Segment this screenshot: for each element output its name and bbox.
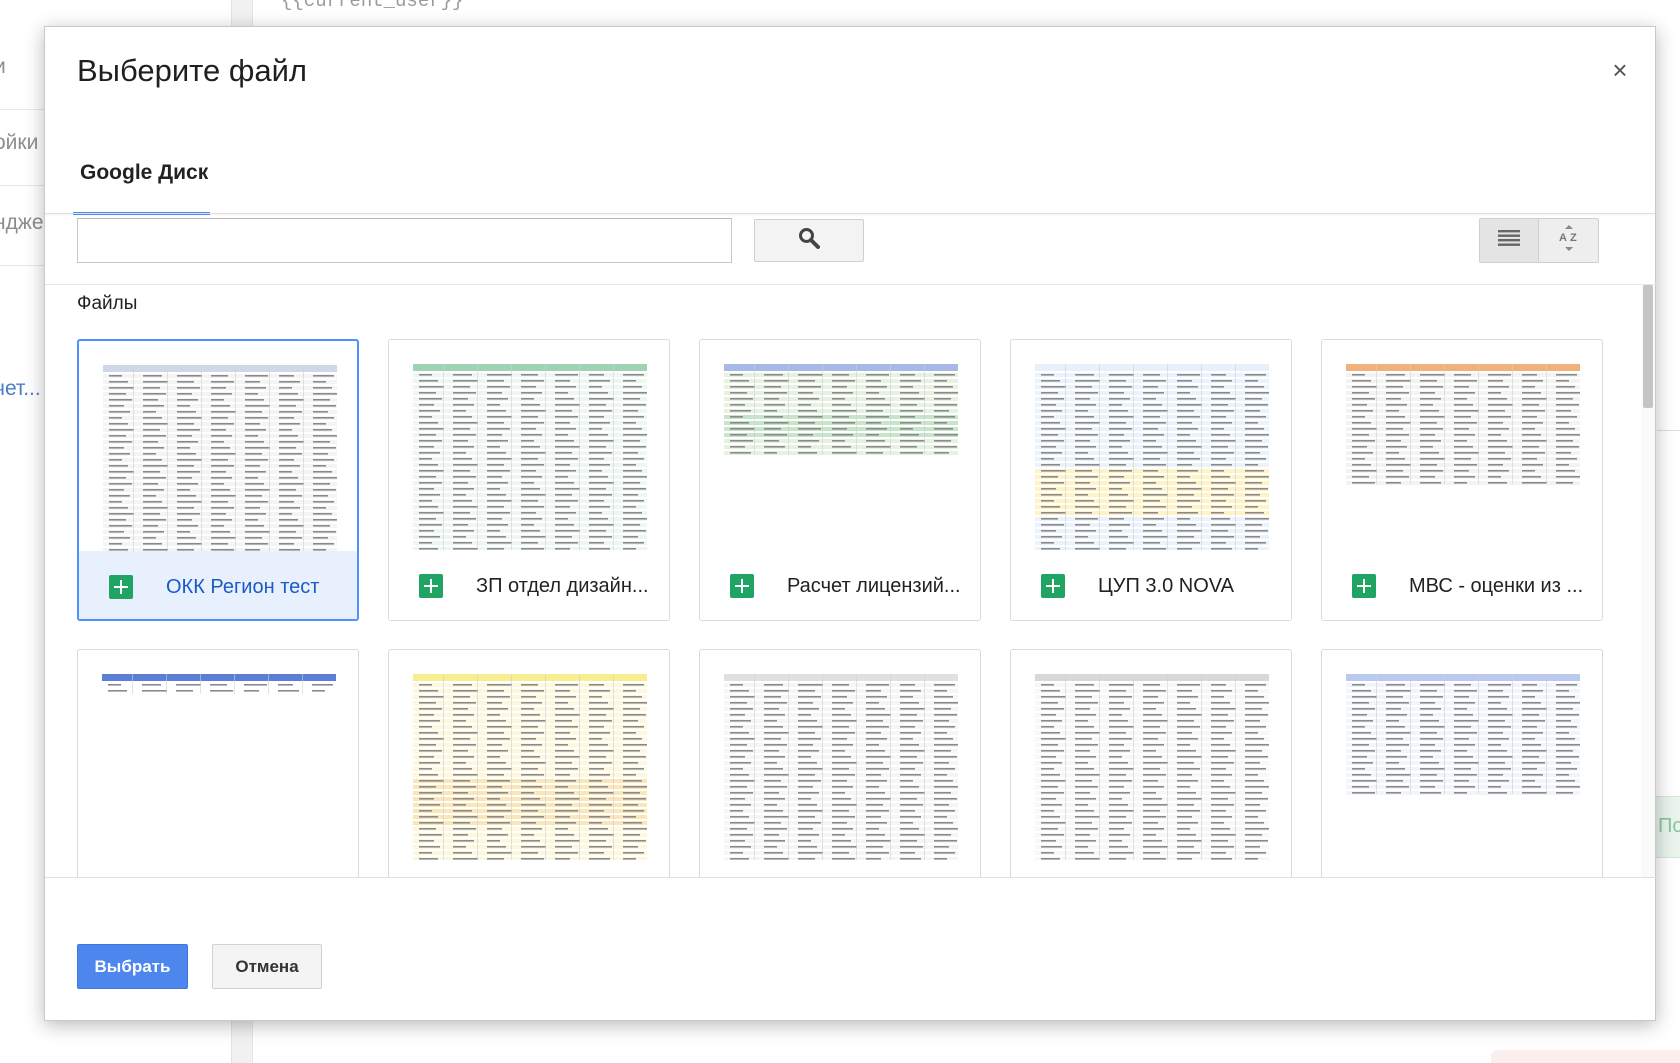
- file-tile-footer: ЗП отдел дизайн...: [389, 550, 669, 620]
- file-tile-footer: Smart Apple: [389, 860, 669, 877]
- close-button[interactable]: ×: [1607, 57, 1633, 83]
- file-tile-footer: OPENCITY: [700, 860, 980, 877]
- file-tile[interactable]: XМинькова.xlsx: [1010, 649, 1292, 877]
- scrollbar-thumb[interactable]: [1643, 285, 1653, 408]
- file-thumbnail: [102, 674, 336, 860]
- file-tile-footer: XМинькова.xlsx: [1011, 860, 1291, 877]
- scrollbar[interactable]: [1641, 285, 1655, 877]
- file-tile[interactable]: МВС - оценки из ...: [1321, 339, 1603, 621]
- search-input[interactable]: [77, 218, 732, 263]
- file-tile-footer: ЦУП 3.0 NOVA: [1011, 550, 1291, 620]
- file-tile[interactable]: OPENCITY: [699, 649, 981, 877]
- background-template-text: {{current_user}}: [281, 0, 464, 12]
- file-tile[interactable]: ЗП отдел дизайн...: [388, 339, 670, 621]
- search-icon: [798, 227, 820, 254]
- google-sheets-icon: [419, 574, 443, 598]
- file-tile[interactable]: Расчет лицензий...: [699, 339, 981, 621]
- google-sheets-icon: [1352, 574, 1376, 598]
- file-tile-footer: МВС - оценки из ...: [1322, 550, 1602, 620]
- files-scroll-area: Файлы ОКК Регион тест ЗП отдел дизайн... Р…: [45, 285, 1657, 877]
- file-name: ЦУП 3.0 NOVA: [1098, 575, 1234, 597]
- file-tile-footer: ОКК Регион тест: [79, 551, 357, 619]
- footer-divider: [45, 877, 1657, 878]
- select-button[interactable]: Выбрать: [77, 944, 188, 989]
- file-thumbnail: [1346, 674, 1580, 860]
- file-thumbnail: [724, 674, 958, 860]
- file-tile-footer: Расчет лицензий...: [700, 550, 980, 620]
- file-name: ЗП отдел дизайн...: [476, 575, 649, 597]
- list-view-button[interactable]: [1479, 218, 1539, 263]
- search-button[interactable]: [754, 219, 864, 262]
- file-name: ОКК Регион тест: [166, 576, 320, 598]
- file-tile[interactable]: ЦУП 3.0 NOVA: [1010, 339, 1292, 621]
- file-grid: ОКК Регион тест ЗП отдел дизайн... Расчет …: [77, 339, 1603, 877]
- list-view-icon: [1497, 229, 1521, 252]
- file-thumbnail: [1346, 364, 1580, 550]
- file-tile[interactable]: ОКК Регион тест: [77, 339, 359, 621]
- file-name: Расчет лицензий...: [787, 575, 961, 597]
- file-picker-dialog: Выберите файл × Google Диск A Z Файлы ОК…: [44, 26, 1657, 1021]
- background-chip: [1491, 1050, 1680, 1063]
- file-thumbnail: [724, 364, 958, 550]
- background-divider: [1657, 430, 1680, 431]
- dialog-title: Выберите файл: [77, 53, 308, 88]
- file-tile[interactable]: Smart Apple: [388, 649, 670, 877]
- file-thumbnail: [103, 365, 337, 551]
- file-name: МВС - оценки из ...: [1409, 575, 1584, 597]
- file-thumbnail: [413, 364, 647, 550]
- tab-google-drive[interactable]: Google Диск: [73, 145, 210, 215]
- file-thumbnail: [1035, 364, 1269, 550]
- google-sheets-icon: [109, 575, 133, 599]
- sort-az-icon: A Z: [1558, 224, 1580, 257]
- file-tile[interactable]: Данные по издат...: [77, 649, 359, 877]
- section-label-files: Файлы: [77, 293, 138, 314]
- google-sheets-icon: [1041, 574, 1065, 598]
- google-sheets-icon: [730, 574, 754, 598]
- tab-label: Google Диск: [80, 161, 209, 184]
- tab-divider: [45, 213, 1655, 214]
- file-thumbnail: [413, 674, 647, 860]
- file-tile[interactable]: Планирование п...: [1321, 649, 1603, 877]
- sort-button[interactable]: A Z: [1539, 218, 1599, 263]
- svg-text:A: A: [1559, 232, 1567, 244]
- file-tile-footer: Данные по издат...: [78, 860, 358, 877]
- cancel-button[interactable]: Отмена: [212, 944, 322, 989]
- svg-text:Z: Z: [1570, 232, 1577, 244]
- file-thumbnail: [1035, 674, 1269, 860]
- file-tile-footer: Планирование п...: [1322, 860, 1602, 877]
